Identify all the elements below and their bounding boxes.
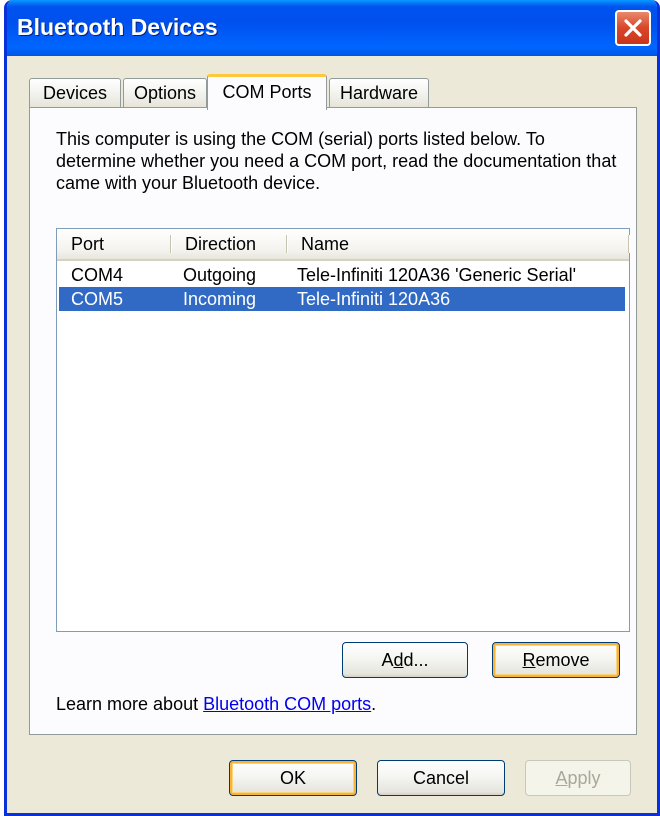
com-ports-list[interactable]: Port Direction Name COM4 Outgoing Tele-I… — [56, 228, 630, 632]
apply-label-post: pply — [567, 768, 601, 788]
list-row[interactable]: COM4 Outgoing Tele-Infiniti 120A36 'Gene… — [59, 263, 625, 287]
cancel-button[interactable]: Cancel — [377, 760, 505, 796]
ok-button[interactable]: OK — [229, 760, 357, 796]
add-label-pre: A — [381, 650, 394, 670]
tab-devices[interactable]: Devices — [29, 78, 121, 108]
direction-cell: Incoming — [183, 289, 257, 309]
title-bar[interactable]: Bluetooth Devices — [7, 0, 657, 56]
com-ports-panel: This computer is using the COM (serial) … — [29, 107, 637, 735]
column-header-name[interactable]: Name — [287, 229, 629, 259]
list-row-selected[interactable]: COM5 Incoming Tele-Infiniti 120A36 — [59, 287, 625, 311]
add-button[interactable]: Add... — [342, 642, 468, 678]
remove-label-accel: R — [522, 650, 536, 670]
apply-label-accel: A — [555, 768, 568, 788]
add-label-post: d... — [403, 650, 429, 670]
tab-com-ports[interactable]: COM Ports — [207, 74, 327, 110]
learn-more-suffix: . — [371, 694, 377, 714]
port-cell: COM5 — [71, 289, 124, 309]
name-cell: Tele-Infiniti 120A36 — [297, 289, 451, 309]
add-label-accel: d — [393, 650, 404, 670]
close-icon — [624, 19, 642, 37]
column-header-direction[interactable]: Direction — [171, 229, 287, 259]
tab-hardware[interactable]: Hardware — [329, 78, 429, 108]
list-header: Port Direction Name — [57, 229, 629, 261]
bluetooth-com-ports-link[interactable]: Bluetooth COM ports — [203, 694, 371, 714]
remove-label-post: emove — [535, 650, 590, 670]
learn-more-prefix: Learn more about — [56, 694, 204, 714]
direction-cell: Outgoing — [183, 265, 257, 285]
window-title: Bluetooth Devices — [17, 14, 218, 40]
remove-button[interactable]: Remove — [492, 642, 620, 678]
apply-button[interactable]: Apply — [525, 760, 631, 796]
description-text: This computer is using the COM (serial) … — [56, 129, 617, 193]
port-cell: COM4 — [71, 265, 124, 285]
bluetooth-devices-dialog: Bluetooth Devices Devices Options COM Po… — [4, 0, 660, 816]
learn-more-text: Learn more about Bluetooth COM ports. — [56, 694, 376, 715]
close-button[interactable] — [615, 10, 651, 46]
name-cell: Tele-Infiniti 120A36 'Generic Serial' — [297, 265, 577, 285]
column-header-port[interactable]: Port — [57, 229, 171, 259]
tab-options[interactable]: Options — [123, 78, 207, 108]
